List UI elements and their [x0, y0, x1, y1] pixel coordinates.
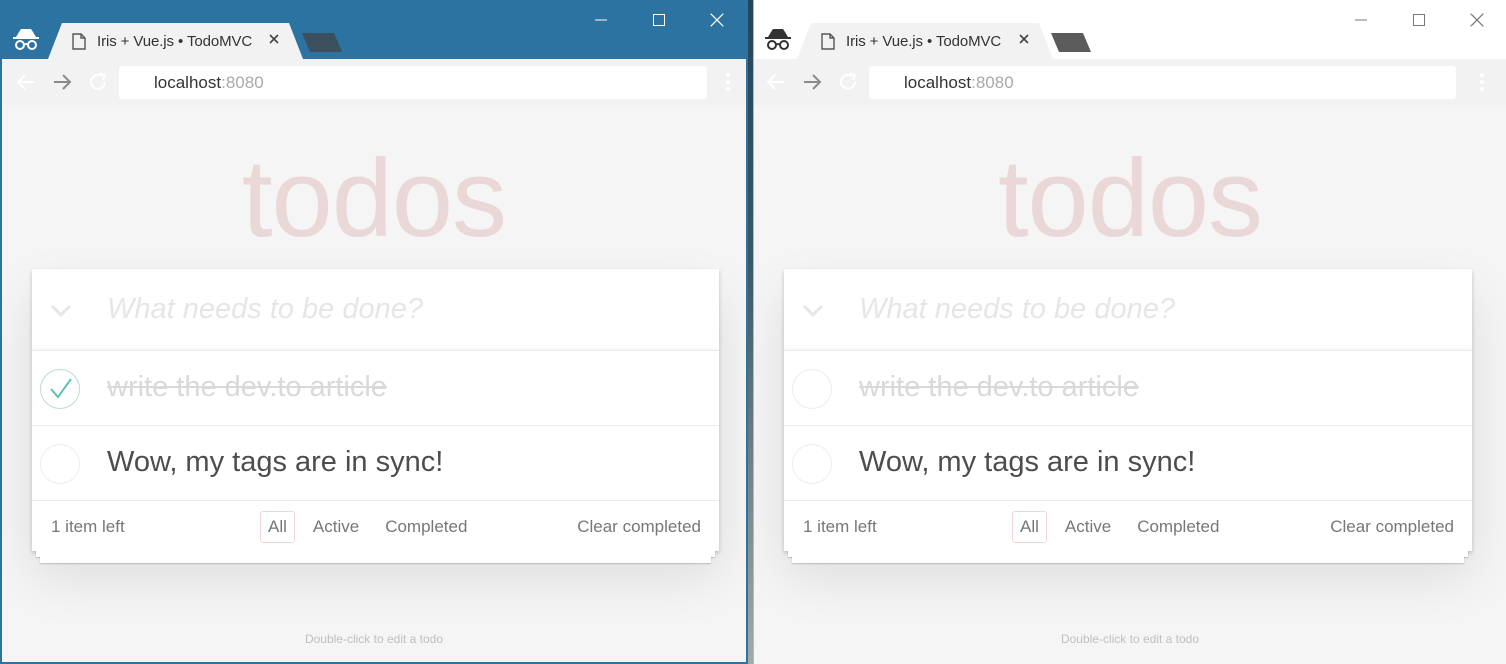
todo-label[interactable]: write the dev.to article [859, 371, 1139, 404]
maximize-icon [653, 14, 665, 26]
chevron-down-icon[interactable] [48, 303, 74, 319]
todo-item[interactable]: write the dev.to article [784, 351, 1472, 426]
todo-app: write the dev.to article Wow, my tags ar… [784, 269, 1472, 563]
forward-icon[interactable] [800, 70, 824, 94]
browser-window-right: Iris + Vue.js • TodoMVC localhost:8080 … [753, 0, 1506, 664]
clear-completed-button[interactable]: Clear completed [1330, 517, 1454, 537]
url-port: :8080 [221, 72, 264, 92]
tab-title: Iris + Vue.js • TodoMVC [97, 32, 253, 50]
filter-list: All Active Completed [260, 511, 485, 543]
incognito-icon [13, 29, 39, 50]
maximize-icon [1413, 14, 1425, 26]
menu-icon[interactable] [725, 72, 731, 92]
browser-toolbar: localhost:8080 [754, 59, 1506, 105]
todo-count: 1 item left [803, 517, 877, 536]
title-bar[interactable]: Iris + Vue.js • TodoMVC [754, 0, 1506, 59]
todo-toggle-checkbox[interactable] [40, 444, 80, 484]
window-controls [572, 0, 746, 40]
browser-toolbar: localhost:8080 [2, 59, 746, 105]
tab-close-icon[interactable] [1017, 32, 1031, 46]
filter-active[interactable]: Active [305, 511, 367, 543]
address-bar[interactable]: localhost:8080 [119, 66, 707, 99]
doc-icon [72, 33, 86, 50]
url-host: localhost [154, 72, 222, 92]
star-icon[interactable] [1427, 72, 1447, 92]
new-todo-row [32, 269, 719, 351]
close-icon [710, 13, 724, 27]
filter-completed[interactable]: Completed [377, 511, 475, 543]
minimize-button[interactable] [572, 0, 630, 40]
todo-label[interactable]: Wow, my tags are in sync! [107, 446, 443, 479]
todo-item[interactable]: write the dev.to article [32, 351, 719, 426]
doc-icon [821, 33, 835, 50]
window-controls [1332, 0, 1506, 40]
minimize-button[interactable] [1332, 0, 1390, 40]
reload-icon[interactable] [836, 70, 860, 94]
todo-app: write the dev.to article Wow, my tags ar… [32, 269, 719, 563]
filter-all[interactable]: All [1012, 511, 1047, 543]
minimize-icon [595, 19, 607, 21]
new-tab-button[interactable] [1051, 33, 1091, 52]
filter-active[interactable]: Active [1057, 511, 1119, 543]
filter-completed[interactable]: Completed [1129, 511, 1227, 543]
maximize-button[interactable] [630, 0, 688, 40]
clear-completed-button[interactable]: Clear completed [577, 517, 701, 537]
todo-toggle-checkbox[interactable] [792, 444, 832, 484]
back-icon[interactable] [14, 70, 38, 94]
browser-window-left: Iris + Vue.js • TodoMVC localhost:8080 … [0, 0, 748, 664]
back-icon[interactable] [764, 70, 788, 94]
info-footer: Double-click to edit a todo [304, 632, 444, 646]
todo-count: 1 item left [51, 517, 125, 536]
stack-decoration [792, 555, 1464, 563]
close-button[interactable] [688, 0, 746, 40]
tab-title: Iris + Vue.js • TodoMVC [846, 32, 1002, 50]
todo-label[interactable]: Wow, my tags are in sync! [859, 446, 1195, 479]
stack-decoration [40, 555, 711, 563]
new-todo-row [784, 269, 1472, 351]
app-title: todos [241, 137, 507, 260]
todo-footer: 1 item left All Active Completed Clear c… [32, 501, 719, 563]
title-bar[interactable]: Iris + Vue.js • TodoMVC [2, 0, 746, 59]
page-content: todos write the dev.to article Wow, my t… [754, 105, 1506, 664]
filter-list: All Active Completed [1012, 511, 1237, 543]
new-todo-input[interactable] [107, 289, 687, 329]
reload-icon[interactable] [86, 70, 110, 94]
todo-toggle-checkbox[interactable] [792, 369, 832, 409]
page-content: todos write the dev.to article Wow, my t… [2, 105, 746, 662]
tab-close-icon[interactable] [267, 32, 281, 46]
menu-icon[interactable] [1479, 72, 1485, 92]
url-port: :8080 [971, 72, 1014, 92]
url-host: localhost [904, 72, 972, 92]
address-bar[interactable]: localhost:8080 [869, 66, 1456, 99]
info-icon[interactable] [879, 74, 897, 92]
browser-tab[interactable]: Iris + Vue.js • TodoMVC [48, 23, 303, 59]
minimize-icon [1355, 19, 1367, 21]
chevron-down-icon[interactable] [800, 303, 826, 319]
browser-tab[interactable]: Iris + Vue.js • TodoMVC [797, 23, 1053, 59]
app-title: todos [997, 137, 1263, 260]
info-icon[interactable] [129, 74, 147, 92]
new-tab-button[interactable] [302, 33, 342, 52]
forward-icon[interactable] [50, 70, 74, 94]
todo-toggle-checkbox[interactable] [40, 369, 80, 409]
check-icon [50, 378, 72, 399]
todo-footer: 1 item left All Active Completed Clear c… [784, 501, 1472, 563]
maximize-button[interactable] [1390, 0, 1448, 40]
star-icon[interactable] [678, 72, 698, 92]
filter-all[interactable]: All [260, 511, 295, 543]
todo-item[interactable]: Wow, my tags are in sync! [784, 426, 1472, 501]
close-icon [1470, 13, 1484, 27]
todo-label[interactable]: write the dev.to article [107, 371, 387, 404]
info-footer: Double-click to edit a todo [1060, 632, 1200, 646]
close-button[interactable] [1448, 0, 1506, 40]
todo-item[interactable]: Wow, my tags are in sync! [32, 426, 719, 501]
incognito-icon [765, 29, 791, 50]
new-todo-input[interactable] [859, 289, 1439, 329]
